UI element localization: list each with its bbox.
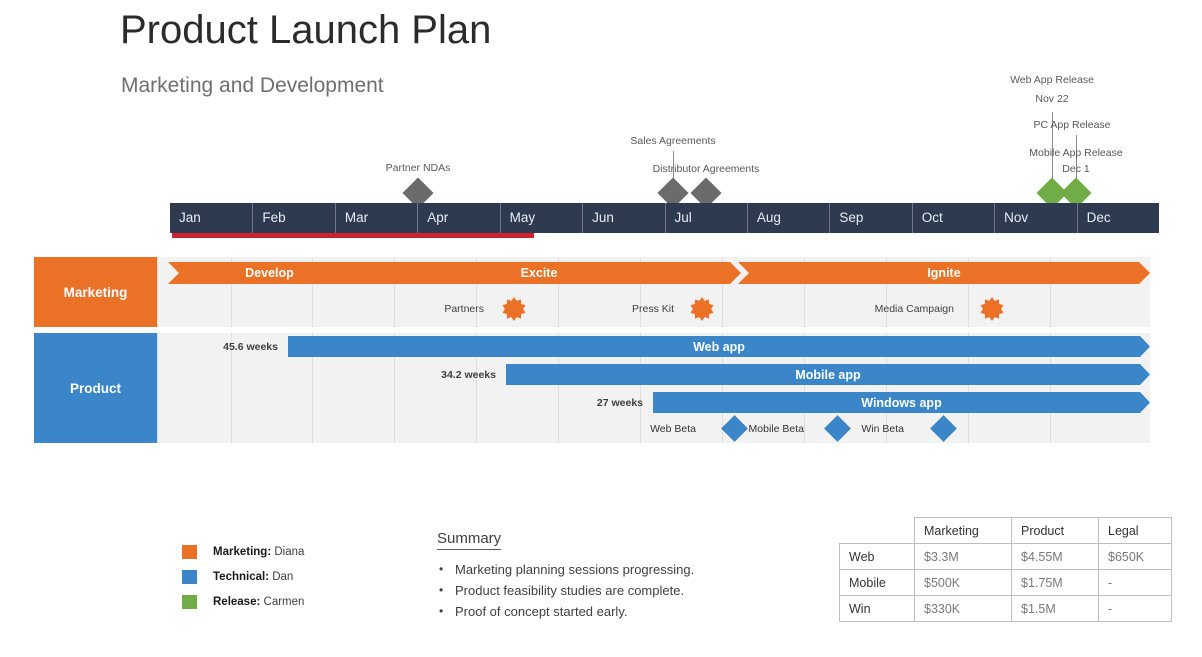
legend-role: Technical: [213, 571, 270, 583]
table-header-row: Marketing Product Legal [840, 517, 1172, 544]
table-row-header-mobile: Mobile [839, 569, 915, 596]
summary-bullet-list: Marketing planning sessions progressing.… [437, 559, 694, 622]
legend-owner: Dan [269, 571, 294, 583]
page-subtitle: Marketing and Development [121, 74, 384, 97]
marker-label-media-campaign: Media Campaign [874, 303, 954, 315]
axis-month-oct[interactable]: Oct [911, 203, 994, 233]
summary-bullet: Marketing planning sessions progressing. [437, 559, 694, 580]
summary-heading: Summary [437, 530, 502, 550]
axis-month-jun[interactable]: Jun [582, 203, 664, 233]
summary-bullet: Product feasibility studies are complete… [437, 580, 694, 601]
swimlane-marketing: Marketing Develop Excite Ignite Partners… [34, 257, 1150, 327]
milestone-label-web-app-release: Web App Release [1010, 74, 1094, 86]
summary-bullet: Proof of concept started early. [437, 601, 694, 622]
milestone-label-mobile-app-release: Mobile App Release [1029, 147, 1123, 159]
bar-windows-app[interactable]: Windows app [653, 392, 1150, 413]
table-cell: $1.5M [1011, 595, 1099, 622]
marker-label-win-beta: Win Beta [861, 423, 904, 435]
legend-item-text: Marketing: Diana [213, 544, 304, 560]
duration-mobile-app: 34.2 weeks [441, 369, 496, 381]
milestone-label-distributor-agreements: Distributor Agreements [652, 163, 760, 175]
table-cell: $4.55M [1011, 543, 1099, 570]
milestone-date-web-app-release: Nov 22 [1035, 93, 1069, 105]
legend-swatch-icon [182, 595, 197, 609]
table-row: Web $3.3M $4.55M $650K [839, 543, 1172, 570]
table-cell: - [1098, 595, 1172, 622]
table-cell: $500K [914, 569, 1012, 596]
legend-owner: Diana [271, 546, 305, 558]
axis-month-aug[interactable]: Aug [746, 203, 829, 233]
bar-web-app[interactable]: Web app [288, 336, 1150, 357]
legend-role: Marketing: [213, 546, 272, 558]
table-cell: $3.3M [914, 543, 1012, 570]
legend-owner: Carmen [260, 596, 305, 608]
axis-month-jan[interactable]: Jan [170, 203, 252, 233]
bar-mobile-app[interactable]: Mobile app [506, 364, 1150, 385]
axis-month-apr[interactable]: Apr [417, 203, 499, 233]
timeline-axis[interactable]: Jan Feb Mar Apr May Jun Jul Aug Sep Oct Nov Dec [170, 203, 1159, 233]
marker-label-mobile-beta: Mobile Beta [748, 423, 804, 435]
table-corner-cell [840, 518, 915, 544]
table-row-header-web: Web [839, 543, 915, 570]
axis-month-dec[interactable]: Dec [1076, 203, 1159, 233]
table-column-header-marketing: Marketing [914, 517, 1012, 544]
table-cell: - [1098, 569, 1172, 596]
table-column-header-product: Product [1011, 517, 1099, 544]
table-row: Mobile $500K $1.75M - [839, 569, 1172, 596]
axis-month-nov[interactable]: Nov [994, 203, 1076, 233]
legend-role: Release: [213, 596, 261, 608]
phase-excite[interactable]: Excite [337, 262, 741, 284]
milestone-date-mobile-app-release: Dec 1 [1062, 163, 1090, 175]
phase-ignite[interactable]: Ignite [738, 262, 1150, 284]
milestone-label-partner-ndas: Partner NDAs [385, 162, 451, 174]
legend-item-text: Release: Carmen [213, 594, 304, 610]
table-cell: $330K [914, 595, 1012, 622]
legend-swatch-icon [182, 545, 197, 559]
duration-web-app: 45.6 weeks [223, 341, 278, 353]
milestone-label-sales-agreements: Sales Agreements [630, 135, 716, 147]
legend-swatch-icon [182, 570, 197, 584]
swimlane-product-label: Product [34, 333, 157, 443]
marker-label-press-kit: Press Kit [631, 303, 674, 315]
duration-windows-app: 27 weeks [596, 397, 643, 409]
timeline-progress-bar [172, 233, 534, 238]
milestone-label-pc-app-release: PC App Release [1033, 119, 1111, 131]
slide-canvas: Product Launch Plan Marketing and Develo… [0, 0, 1202, 657]
axis-month-jul[interactable]: Jul [664, 203, 747, 233]
summary-block: Summary Marketing planning sessions prog… [437, 530, 694, 622]
axis-month-mar[interactable]: Mar [334, 203, 417, 233]
marker-label-partners: Partners [444, 303, 484, 315]
table-column-header-legal: Legal [1098, 517, 1172, 544]
milestone-stem [1076, 135, 1077, 183]
table-row: Win $330K $1.5M - [839, 595, 1172, 622]
table-cell: $650K [1098, 543, 1172, 570]
page-title: Product Launch Plan [120, 8, 492, 52]
table-row-header-win: Win [839, 595, 915, 622]
axis-month-sep[interactable]: Sep [829, 203, 911, 233]
axis-month-may[interactable]: May [499, 203, 582, 233]
swimlane-marketing-label: Marketing [34, 257, 157, 327]
budget-table: Marketing Product Legal Web $3.3M $4.55M $650K… [839, 517, 1172, 622]
table-cell: $1.75M [1011, 569, 1099, 596]
axis-month-feb[interactable]: Feb [252, 203, 334, 233]
swimlane-product: Product 45.6 weeks 34.2 weeks 27 weeks W… [34, 333, 1150, 443]
legend-item-text: Technical: Dan [213, 569, 293, 585]
